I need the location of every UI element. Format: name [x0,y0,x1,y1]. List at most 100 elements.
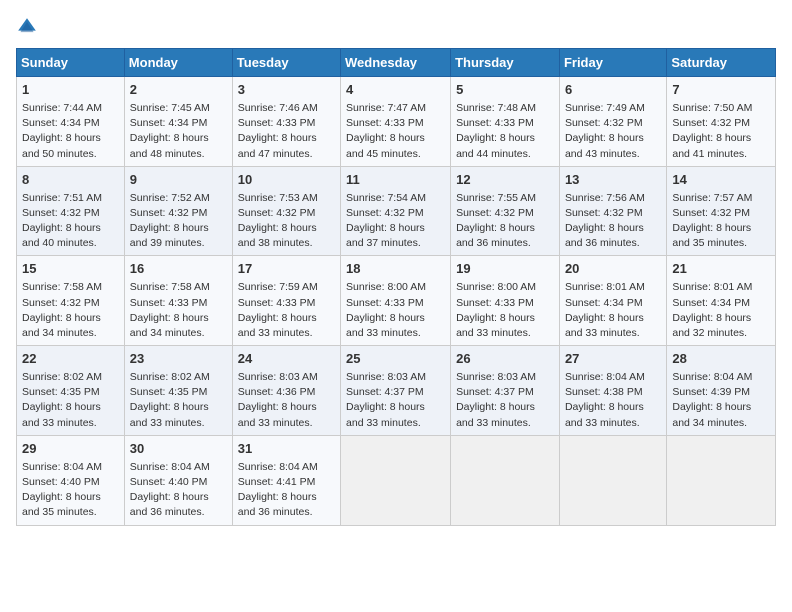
day-info: Sunrise: 7:44 AMSunset: 4:34 PMDaylight:… [22,101,119,162]
day-info: Sunrise: 7:59 AMSunset: 4:33 PMDaylight:… [238,280,335,341]
day-info: Sunrise: 7:57 AMSunset: 4:32 PMDaylight:… [672,191,770,252]
calendar-cell: 2Sunrise: 7:45 AMSunset: 4:34 PMDaylight… [124,77,232,167]
calendar-cell: 20Sunrise: 8:01 AMSunset: 4:34 PMDayligh… [559,256,666,346]
day-number: 9 [130,171,227,190]
calendar-cell [559,435,666,525]
day-number: 1 [22,81,119,100]
day-number: 20 [565,260,661,279]
day-info: Sunrise: 8:00 AMSunset: 4:33 PMDaylight:… [346,280,445,341]
calendar-cell: 31Sunrise: 8:04 AMSunset: 4:41 PMDayligh… [232,435,340,525]
calendar-cell: 11Sunrise: 7:54 AMSunset: 4:32 PMDayligh… [341,166,451,256]
calendar-cell: 14Sunrise: 7:57 AMSunset: 4:32 PMDayligh… [667,166,776,256]
calendar-cell: 22Sunrise: 8:02 AMSunset: 4:35 PMDayligh… [17,346,125,436]
calendar-cell: 12Sunrise: 7:55 AMSunset: 4:32 PMDayligh… [451,166,560,256]
day-info: Sunrise: 8:01 AMSunset: 4:34 PMDaylight:… [672,280,770,341]
day-info: Sunrise: 7:45 AMSunset: 4:34 PMDaylight:… [130,101,227,162]
day-info: Sunrise: 8:03 AMSunset: 4:36 PMDaylight:… [238,370,335,431]
page-header [16,16,776,38]
day-info: Sunrise: 7:50 AMSunset: 4:32 PMDaylight:… [672,101,770,162]
day-number: 27 [565,350,661,369]
day-info: Sunrise: 7:54 AMSunset: 4:32 PMDaylight:… [346,191,445,252]
weekday-header-monday: Monday [124,49,232,77]
day-number: 12 [456,171,554,190]
day-number: 18 [346,260,445,279]
day-number: 23 [130,350,227,369]
day-number: 17 [238,260,335,279]
day-info: Sunrise: 8:02 AMSunset: 4:35 PMDaylight:… [22,370,119,431]
calendar-cell: 5Sunrise: 7:48 AMSunset: 4:33 PMDaylight… [451,77,560,167]
day-number: 21 [672,260,770,279]
calendar-cell [451,435,560,525]
weekday-header-saturday: Saturday [667,49,776,77]
logo [16,16,42,38]
calendar-cell: 3Sunrise: 7:46 AMSunset: 4:33 PMDaylight… [232,77,340,167]
day-number: 16 [130,260,227,279]
day-number: 8 [22,171,119,190]
calendar-cell: 8Sunrise: 7:51 AMSunset: 4:32 PMDaylight… [17,166,125,256]
calendar-cell: 24Sunrise: 8:03 AMSunset: 4:36 PMDayligh… [232,346,340,436]
day-info: Sunrise: 7:55 AMSunset: 4:32 PMDaylight:… [456,191,554,252]
day-number: 3 [238,81,335,100]
calendar-table: SundayMondayTuesdayWednesdayThursdayFrid… [16,48,776,526]
day-info: Sunrise: 7:53 AMSunset: 4:32 PMDaylight:… [238,191,335,252]
calendar-cell: 7Sunrise: 7:50 AMSunset: 4:32 PMDaylight… [667,77,776,167]
day-number: 24 [238,350,335,369]
day-info: Sunrise: 8:03 AMSunset: 4:37 PMDaylight:… [346,370,445,431]
calendar-cell: 26Sunrise: 8:03 AMSunset: 4:37 PMDayligh… [451,346,560,436]
calendar-cell: 30Sunrise: 8:04 AMSunset: 4:40 PMDayligh… [124,435,232,525]
day-info: Sunrise: 8:00 AMSunset: 4:33 PMDaylight:… [456,280,554,341]
day-number: 2 [130,81,227,100]
calendar-cell: 1Sunrise: 7:44 AMSunset: 4:34 PMDaylight… [17,77,125,167]
day-number: 30 [130,440,227,459]
weekday-header-thursday: Thursday [451,49,560,77]
day-number: 13 [565,171,661,190]
calendar-cell: 6Sunrise: 7:49 AMSunset: 4:32 PMDaylight… [559,77,666,167]
day-info: Sunrise: 8:04 AMSunset: 4:40 PMDaylight:… [22,460,119,521]
calendar-cell: 15Sunrise: 7:58 AMSunset: 4:32 PMDayligh… [17,256,125,346]
day-info: Sunrise: 8:04 AMSunset: 4:40 PMDaylight:… [130,460,227,521]
day-number: 5 [456,81,554,100]
calendar-cell: 10Sunrise: 7:53 AMSunset: 4:32 PMDayligh… [232,166,340,256]
weekday-header-sunday: Sunday [17,49,125,77]
day-info: Sunrise: 7:52 AMSunset: 4:32 PMDaylight:… [130,191,227,252]
day-info: Sunrise: 8:02 AMSunset: 4:35 PMDaylight:… [130,370,227,431]
calendar-cell [667,435,776,525]
day-number: 22 [22,350,119,369]
calendar-cell: 27Sunrise: 8:04 AMSunset: 4:38 PMDayligh… [559,346,666,436]
day-info: Sunrise: 7:48 AMSunset: 4:33 PMDaylight:… [456,101,554,162]
day-info: Sunrise: 8:04 AMSunset: 4:39 PMDaylight:… [672,370,770,431]
calendar-cell: 18Sunrise: 8:00 AMSunset: 4:33 PMDayligh… [341,256,451,346]
day-info: Sunrise: 8:04 AMSunset: 4:38 PMDaylight:… [565,370,661,431]
day-number: 31 [238,440,335,459]
calendar-cell: 21Sunrise: 8:01 AMSunset: 4:34 PMDayligh… [667,256,776,346]
day-info: Sunrise: 8:03 AMSunset: 4:37 PMDaylight:… [456,370,554,431]
day-number: 25 [346,350,445,369]
day-number: 7 [672,81,770,100]
day-number: 15 [22,260,119,279]
day-info: Sunrise: 7:49 AMSunset: 4:32 PMDaylight:… [565,101,661,162]
calendar-cell [341,435,451,525]
day-info: Sunrise: 7:51 AMSunset: 4:32 PMDaylight:… [22,191,119,252]
day-info: Sunrise: 7:58 AMSunset: 4:33 PMDaylight:… [130,280,227,341]
logo-icon [16,16,38,38]
day-number: 4 [346,81,445,100]
calendar-cell: 16Sunrise: 7:58 AMSunset: 4:33 PMDayligh… [124,256,232,346]
day-number: 14 [672,171,770,190]
calendar-cell: 28Sunrise: 8:04 AMSunset: 4:39 PMDayligh… [667,346,776,436]
calendar-cell: 19Sunrise: 8:00 AMSunset: 4:33 PMDayligh… [451,256,560,346]
weekday-header-friday: Friday [559,49,666,77]
calendar-cell: 9Sunrise: 7:52 AMSunset: 4:32 PMDaylight… [124,166,232,256]
weekday-header-tuesday: Tuesday [232,49,340,77]
calendar-cell: 13Sunrise: 7:56 AMSunset: 4:32 PMDayligh… [559,166,666,256]
day-number: 10 [238,171,335,190]
calendar-cell: 17Sunrise: 7:59 AMSunset: 4:33 PMDayligh… [232,256,340,346]
day-number: 28 [672,350,770,369]
calendar-cell: 25Sunrise: 8:03 AMSunset: 4:37 PMDayligh… [341,346,451,436]
day-number: 19 [456,260,554,279]
day-number: 29 [22,440,119,459]
day-info: Sunrise: 7:47 AMSunset: 4:33 PMDaylight:… [346,101,445,162]
day-number: 6 [565,81,661,100]
day-number: 11 [346,171,445,190]
day-info: Sunrise: 7:46 AMSunset: 4:33 PMDaylight:… [238,101,335,162]
day-number: 26 [456,350,554,369]
